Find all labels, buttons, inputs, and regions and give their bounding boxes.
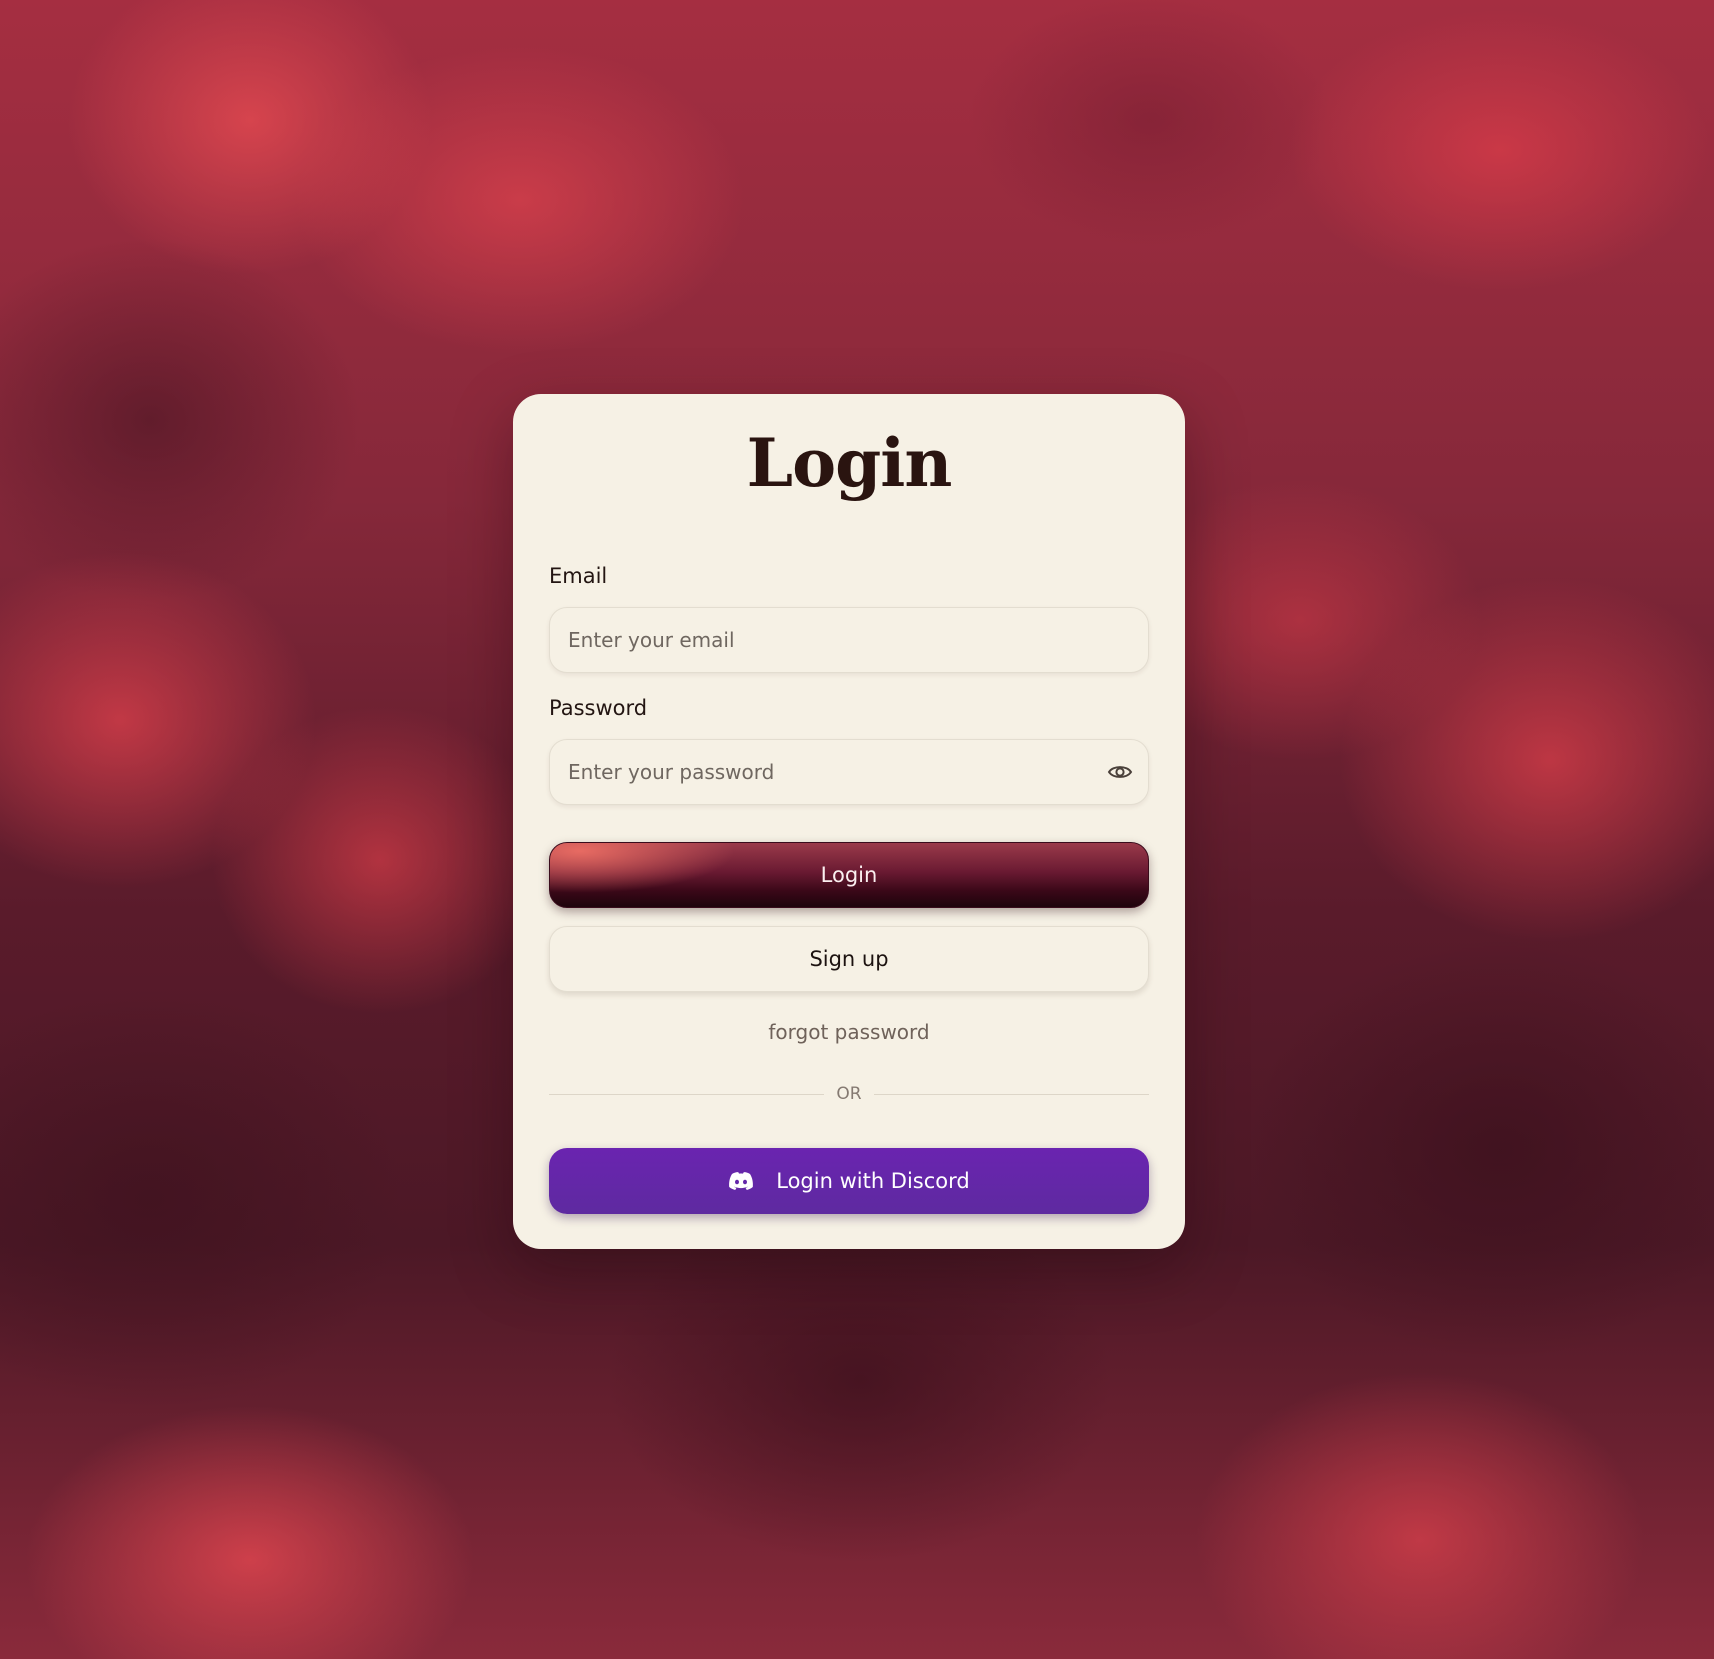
discord-icon [728,1171,754,1191]
password-field[interactable] [550,740,1088,804]
discord-button-label: Login with Discord [776,1169,970,1193]
password-field-wrapper [549,739,1149,805]
eye-icon[interactable] [1106,760,1134,784]
discord-login-button[interactable]: Login with Discord [549,1148,1149,1214]
login-card: Login Email Password Login Sign up forgo… [513,394,1185,1249]
password-label: Password [549,696,648,720]
or-divider: OR [549,1082,1150,1106]
email-label: Email [549,564,608,588]
email-field-wrapper [549,607,1149,673]
signup-button-label: Sign up [809,947,889,971]
email-field[interactable] [550,608,1088,672]
page-title: Login [746,424,953,502]
login-button[interactable]: Login [549,842,1149,908]
signup-button[interactable]: Sign up [549,926,1149,992]
login-button-label: Login [820,863,878,887]
divider-line-right [873,1093,1150,1095]
divider-line-left [549,1093,825,1095]
forgot-password-link[interactable]: forgot password [513,1020,1185,1044]
divider-label: OR [836,1084,862,1104]
